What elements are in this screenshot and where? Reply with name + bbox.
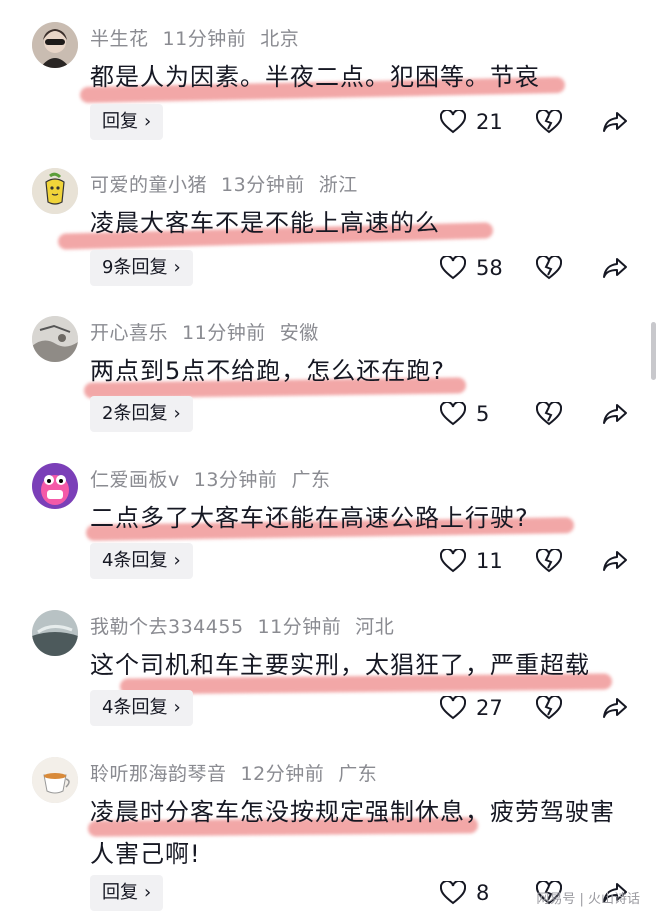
share-arrow-icon	[603, 258, 627, 278]
share-button[interactable]	[602, 256, 628, 284]
timestamp: 13分钟前	[221, 174, 305, 196]
share-button[interactable]	[602, 549, 628, 577]
username[interactable]: 聆听那海韵琴音	[90, 763, 227, 785]
comment-text: 二点多了大客车还能在高速公路上行驶?	[90, 504, 529, 532]
like-button[interactable]: 5	[440, 402, 489, 426]
avatar[interactable]	[32, 168, 78, 214]
dislike-button[interactable]	[535, 108, 563, 138]
location: 广东	[291, 469, 331, 491]
timestamp: 11分钟前	[162, 28, 247, 50]
location: 安徽	[279, 322, 319, 344]
like-count: 27	[476, 696, 503, 720]
like-count: 5	[476, 402, 490, 426]
like-button[interactable]: 21	[440, 110, 503, 134]
like-button[interactable]: 27	[440, 696, 503, 720]
timestamp: 11分钟前	[182, 322, 266, 344]
like-count: 21	[476, 110, 503, 134]
dislike-button[interactable]	[535, 694, 563, 724]
scrollbar[interactable]	[651, 322, 656, 380]
comment-text: 凌晨时分客车怎没按规定强制休息，疲劳驾驶害人害己啊!	[90, 798, 615, 868]
username[interactable]: 半生花	[90, 28, 149, 50]
avatar[interactable]	[32, 463, 78, 509]
timestamp: 12分钟前	[240, 763, 325, 785]
username[interactable]: 仁爱画板v	[90, 469, 180, 491]
share-arrow-icon	[603, 551, 627, 571]
heart-icon	[440, 881, 466, 905]
comment-meta: 可爱的童小猪 13分钟前 浙江	[90, 170, 372, 197]
username[interactable]: 我勒个去334455	[90, 616, 244, 638]
comment-actions: 58	[0, 250, 660, 286]
comment-actions: 27	[0, 690, 660, 726]
comment-text: 凌晨大客车不是不能上高速的么	[90, 209, 440, 237]
broken-heart-icon	[535, 400, 563, 426]
broken-heart-icon	[535, 108, 563, 134]
like-button[interactable]: 58	[440, 256, 503, 280]
comment-text: 这个司机和车主要实刑，太猖狂了，严重超载	[90, 651, 590, 679]
location: 浙江	[318, 174, 358, 196]
heart-icon	[440, 696, 466, 720]
avatar[interactable]	[32, 316, 78, 362]
dislike-button[interactable]	[535, 254, 563, 284]
broken-heart-icon	[535, 694, 563, 720]
share-button[interactable]	[602, 110, 628, 138]
like-count: 58	[476, 256, 503, 280]
username[interactable]: 可爱的童小猪	[90, 174, 207, 196]
location: 北京	[260, 28, 300, 50]
like-button[interactable]: 8	[440, 881, 489, 905]
share-button[interactable]	[602, 696, 628, 724]
broken-heart-icon	[535, 254, 563, 280]
share-arrow-icon	[603, 404, 627, 424]
heart-icon	[440, 549, 466, 573]
share-button[interactable]	[602, 402, 628, 430]
watermark: 网易号 | 火山诗话	[536, 892, 640, 907]
heart-icon	[440, 110, 466, 134]
comment-meta: 聆听那海韵琴音 12分钟前 广东	[90, 759, 391, 786]
avatar[interactable]	[32, 610, 78, 656]
dislike-button[interactable]	[535, 400, 563, 430]
avatar[interactable]	[32, 22, 78, 68]
comment-actions: 5	[0, 396, 660, 432]
heart-icon	[440, 402, 466, 426]
timestamp: 11分钟前	[257, 616, 342, 638]
comment-text: 都是人为因素。半夜二点。犯困等。节哀	[90, 63, 540, 91]
like-count: 8	[476, 881, 490, 905]
avatar[interactable]	[32, 757, 78, 803]
like-button[interactable]: 11	[440, 549, 503, 573]
share-arrow-icon	[603, 112, 627, 132]
comment-text: 两点到5点不给跑，怎么还在跑?	[90, 357, 446, 385]
comment-actions: 21	[0, 104, 660, 140]
location: 广东	[338, 763, 378, 785]
comment-meta: 开心喜乐 11分钟前 安徽	[90, 318, 333, 345]
comment-meta: 仁爱画板v 13分钟前 广东	[90, 465, 344, 492]
share-arrow-icon	[603, 698, 627, 718]
dislike-button[interactable]	[535, 547, 563, 577]
comment-meta: 半生花 11分钟前 北京	[90, 24, 313, 51]
heart-icon	[440, 256, 466, 280]
username[interactable]: 开心喜乐	[90, 322, 168, 344]
comment-actions: 11	[0, 543, 660, 579]
broken-heart-icon	[535, 547, 563, 573]
comment-meta: 我勒个去334455 11分钟前 河北	[90, 612, 408, 639]
timestamp: 13分钟前	[193, 469, 278, 491]
location: 河北	[355, 616, 395, 638]
like-count: 11	[476, 549, 503, 573]
